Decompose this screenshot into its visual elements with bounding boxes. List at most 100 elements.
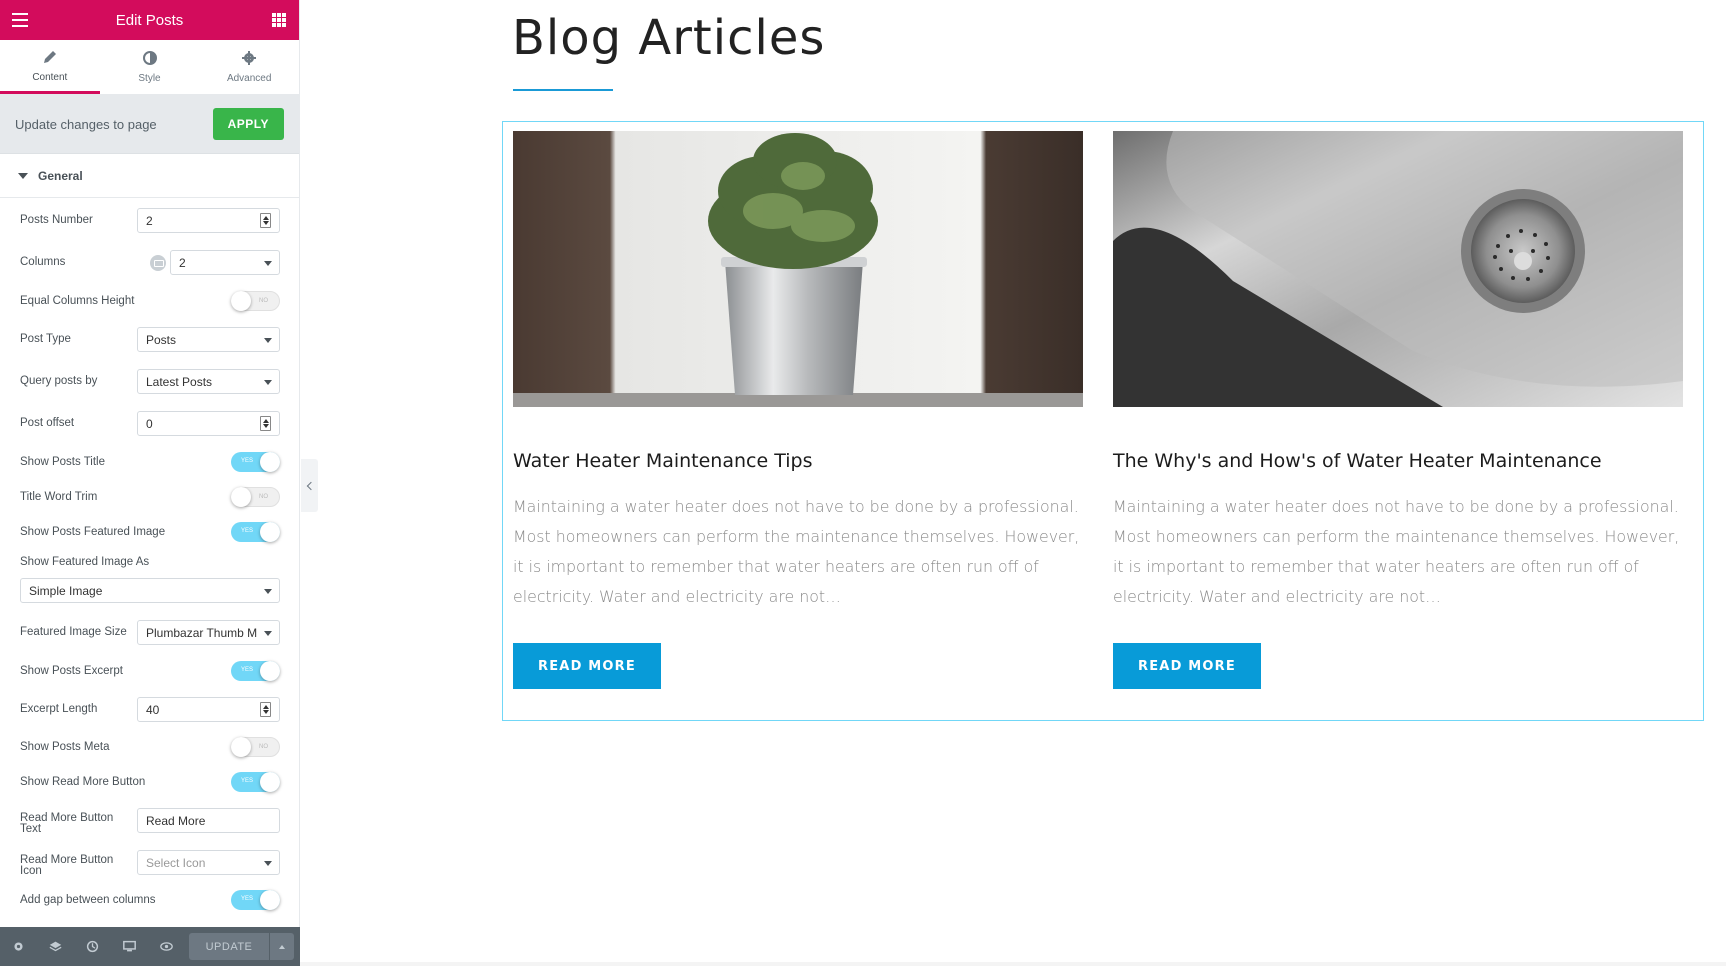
tab-advanced[interactable]: Advanced bbox=[199, 40, 299, 94]
show-featured-image-switch[interactable]: YES bbox=[231, 522, 280, 542]
query-posts-by-select[interactable]: Latest Posts bbox=[137, 369, 280, 394]
control-label: Columns bbox=[20, 256, 66, 268]
post-offset-input[interactable]: 0 bbox=[137, 411, 280, 436]
pencil-icon bbox=[43, 50, 56, 63]
update-message: Update changes to page bbox=[15, 116, 157, 132]
update-bar: Update changes to page APPLY bbox=[0, 95, 299, 154]
control-label: Read More Button bbox=[20, 853, 114, 866]
posts-number-value: 2 bbox=[146, 213, 153, 228]
caret-down-icon bbox=[18, 172, 28, 179]
control-label: Post Type bbox=[20, 333, 71, 345]
switch-knob bbox=[260, 890, 280, 910]
switch-knob bbox=[260, 772, 280, 792]
panel-footer: UPDATE bbox=[0, 927, 300, 966]
post-excerpt: Maintaining a water heater does not have… bbox=[1113, 497, 1680, 606]
read-more-text-input[interactable]: Read More bbox=[137, 808, 280, 833]
read-more-icon-placeholder: Select Icon bbox=[146, 855, 206, 870]
switch-text: NO bbox=[259, 494, 268, 500]
switch-text: YES bbox=[241, 896, 254, 902]
featured-image-size-select[interactable]: Plumbazar Thumb M bbox=[137, 620, 280, 645]
collapse-panel-handle[interactable] bbox=[301, 459, 318, 512]
read-more-button[interactable]: READ MORE bbox=[1113, 643, 1261, 689]
widgets-grid-icon[interactable] bbox=[272, 13, 286, 27]
switch-knob bbox=[260, 452, 280, 472]
control-label: Title Word Trim bbox=[20, 490, 98, 503]
switch-text: YES bbox=[241, 667, 254, 673]
control-label: Show Posts Featured Image bbox=[20, 525, 166, 538]
control-label-2: Icon bbox=[20, 864, 42, 877]
tab-style[interactable]: Style bbox=[100, 40, 200, 94]
switch-knob bbox=[260, 661, 280, 681]
apply-button[interactable]: APPLY bbox=[212, 108, 284, 140]
read-more-icon-select[interactable]: Select Icon bbox=[137, 850, 280, 875]
switch-knob bbox=[231, 291, 251, 311]
control-label: Show Posts Title bbox=[20, 455, 106, 468]
responsive-icon[interactable] bbox=[111, 927, 148, 966]
excerpt-length-value: 40 bbox=[146, 702, 160, 717]
control-label: Equal Columns Height bbox=[20, 294, 135, 307]
tab-style-label: Style bbox=[138, 73, 161, 84]
number-spinner[interactable] bbox=[260, 416, 271, 431]
panel-title: Edit Posts bbox=[115, 11, 184, 29]
post-title[interactable]: Water Heater Maintenance Tips bbox=[513, 450, 812, 472]
page-bottom-divider bbox=[300, 962, 1726, 966]
gear-icon bbox=[242, 51, 257, 65]
control-label-2: Text bbox=[20, 822, 42, 835]
tab-content-label: Content bbox=[32, 71, 68, 83]
show-posts-meta-switch[interactable]: NO bbox=[231, 737, 280, 757]
update-button[interactable]: UPDATE bbox=[189, 933, 269, 960]
update-options-icon[interactable] bbox=[270, 933, 294, 960]
show-posts-title-switch[interactable]: YES bbox=[231, 452, 280, 472]
columns-select[interactable]: 2 bbox=[170, 250, 280, 275]
control-label: Show Posts Excerpt bbox=[20, 664, 123, 677]
control-label: Read More Button bbox=[20, 811, 114, 824]
half-circle-icon bbox=[142, 51, 157, 65]
post-excerpt: Maintaining a water heater does not have… bbox=[513, 497, 1080, 606]
panel-header: Edit Posts bbox=[0, 0, 299, 40]
excerpt-length-input[interactable]: 40 bbox=[137, 697, 280, 722]
page-heading: Blog Articles bbox=[512, 10, 826, 66]
read-more-button[interactable]: READ MORE bbox=[513, 643, 661, 689]
control-label: Show Posts Meta bbox=[20, 740, 110, 753]
menu-icon[interactable] bbox=[12, 13, 28, 27]
control-label: Featured Image Size bbox=[20, 626, 127, 638]
control-label: Post offset bbox=[20, 417, 75, 429]
title-word-trim-switch[interactable]: NO bbox=[231, 487, 280, 507]
number-spinner[interactable] bbox=[260, 702, 271, 717]
show-read-more-switch[interactable]: YES bbox=[231, 772, 280, 792]
panel-tabs: Content Style Advanced bbox=[0, 40, 299, 95]
featured-image-size-value: Plumbazar Thumb M bbox=[146, 625, 258, 640]
number-spinner[interactable] bbox=[260, 213, 271, 228]
preview-icon[interactable] bbox=[148, 927, 185, 966]
section-general-toggle[interactable]: General bbox=[0, 154, 299, 198]
tab-content[interactable]: Content bbox=[0, 40, 100, 94]
post-type-select[interactable]: Posts bbox=[137, 327, 280, 352]
potted-plant-image[interactable] bbox=[513, 131, 1083, 407]
switch-knob bbox=[231, 737, 251, 757]
post-card: The Why's and How's of Water Heater Main… bbox=[1113, 131, 1683, 691]
show-posts-excerpt-switch[interactable]: YES bbox=[231, 661, 280, 681]
switch-text: YES bbox=[241, 528, 254, 534]
history-icon[interactable] bbox=[74, 927, 111, 966]
post-card: Water Heater Maintenance Tips Maintainin… bbox=[513, 131, 1083, 691]
equal-columns-height-switch[interactable]: NO bbox=[231, 291, 280, 311]
settings-icon[interactable] bbox=[0, 927, 37, 966]
control-label: Show Featured Image As bbox=[20, 556, 150, 568]
heading-underline bbox=[513, 89, 613, 91]
post-title[interactable]: The Why's and How's of Water Heater Main… bbox=[1113, 450, 1602, 472]
switch-knob bbox=[231, 487, 251, 507]
layers-icon[interactable] bbox=[37, 927, 74, 966]
featured-image-as-select[interactable]: Simple Image bbox=[20, 578, 280, 603]
responsive-desktop-icon[interactable] bbox=[150, 255, 166, 271]
posts-number-input[interactable]: 2 bbox=[137, 208, 280, 233]
steel-sink-image[interactable] bbox=[1113, 131, 1683, 407]
gap-between-columns-switch[interactable]: YES bbox=[231, 890, 280, 910]
control-label: Posts Number bbox=[20, 214, 93, 226]
editor-panel: Edit Posts Content Style Advanced Update… bbox=[0, 0, 300, 966]
switch-text: YES bbox=[241, 778, 254, 784]
switch-text: YES bbox=[241, 458, 254, 464]
section-title: General bbox=[38, 168, 83, 183]
columns-value: 2 bbox=[179, 255, 186, 270]
switch-knob bbox=[260, 522, 280, 542]
control-label: Show Read More Button bbox=[20, 775, 146, 788]
